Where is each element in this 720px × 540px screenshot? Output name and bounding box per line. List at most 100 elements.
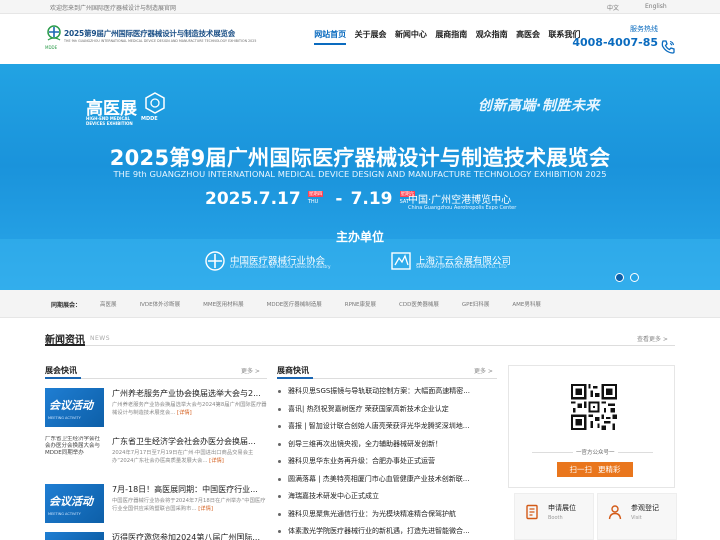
- date-dash: -: [335, 189, 343, 209]
- banner-dates: 2025.7.17 星期四 THU - 7.19 星期六 SAT: [205, 189, 419, 209]
- booth-icon: [526, 504, 538, 520]
- site-logo[interactable]: MDDE 2025第9届广州国际医疗器械设计与制造技术展览会 THE 9th G…: [45, 24, 256, 54]
- visitor-registration-button[interactable]: 参观登记 Visit: [597, 493, 677, 540]
- logo-title-cn: 2025第9届广州国际医疗器械设计与制造技术展览会: [64, 29, 236, 38]
- nav-about[interactable]: 关于展会: [350, 30, 390, 48]
- news-thumbnail[interactable]: 会议活动 MEETING ACTIVITY: [45, 484, 104, 523]
- banner-dot-2[interactable]: [630, 273, 639, 282]
- news-thumbnail[interactable]: [45, 532, 104, 540]
- concurrent-item[interactable]: GPE妇科展: [462, 300, 490, 308]
- concurrent-label: 同期展会：: [51, 302, 82, 309]
- banner-mdde-label: MDDE: [141, 116, 158, 122]
- exhibition-news-title: 展会快讯: [45, 366, 77, 375]
- banner-venue-en: China Guangzhou Aerotropolis Expo Center: [408, 205, 517, 211]
- organizer-camdi-en: China Association for Medical Devices In…: [230, 265, 331, 270]
- wechat-qr-panel: 一官方公众号一 扫一扫 更精彩: [508, 365, 675, 488]
- banner-title-cn: 2025第9届广州国际医疗器械设计与制造技术展览会: [109, 146, 611, 170]
- booth-label-cn: 申请展位: [548, 504, 576, 512]
- scan-label: 扫一扫: [569, 465, 593, 474]
- news-summary: 广州养老服务产业协会换届选举大会与2024第8届广州国际医疗器械设计与制造技术展…: [112, 402, 267, 416]
- list-item[interactable]: 雅科贝思SGS振镜与导轨联动控制方案：大幅面高速精密...: [277, 386, 497, 404]
- concurrent-item[interactable]: CDD医美器械展: [399, 300, 439, 308]
- booth-label-en: Booth: [548, 515, 563, 521]
- news-summary: 2024年7月17日至7月19日在广州·中国进出口商品交易会主办“2024广东社…: [112, 450, 254, 464]
- day-start-cn: 星期四: [307, 191, 324, 197]
- list-item[interactable]: 雅科贝思聚焦光通信行业：为光模块精准精合保驾护航: [277, 509, 497, 527]
- list-item[interactable]: 广东省卫生经济学会社会办医分会换届大会与MDDE同期举办 广东省卫生经济学会社会…: [45, 436, 267, 476]
- organizer-jiangyun-en: SHANGHAI JIANGYUN EXHIBITION CO., LTD: [416, 265, 507, 270]
- visit-label-cn: 参观登记: [631, 504, 659, 512]
- logo-mark-label: MDDE: [45, 45, 58, 50]
- exhibition-news-more-link[interactable]: 更多 >: [241, 366, 260, 375]
- concurrent-item[interactable]: RPNE康复展: [345, 300, 376, 308]
- list-item[interactable]: 会议活动 MEETING ACTIVITY 7月-18日！高医展同期：中国医疗行…: [45, 484, 267, 524]
- news-divider-accent: [45, 344, 85, 346]
- list-item[interactable]: 圆满落幕 | 杰美特亮相厦门市心血管健康产业技术创新联...: [277, 474, 497, 492]
- day-start-en: THU: [307, 199, 319, 205]
- news-detail-link[interactable]: [详情]: [198, 506, 213, 512]
- banner-dot-1[interactable]: [615, 273, 624, 282]
- exhibition-news-divider-accent: [45, 377, 81, 379]
- banner-skyline: [0, 239, 720, 290]
- news-detail-link[interactable]: [详情]: [209, 458, 224, 464]
- lang-english-link[interactable]: English: [645, 3, 667, 10]
- news-headline[interactable]: 广东省卫生经济学会社会办医分会换届...: [112, 436, 267, 447]
- thumbnail-alt-text: 广东省卫生经济学会社会办医分会换届大会与MDDE同期举办: [45, 436, 101, 456]
- concurrent-exhibitions: 同期展会： 高医展 IVDE体外诊断展 MME医用材料展 MDDE医疗器械制造展…: [0, 290, 720, 318]
- concurrent-list: 高医展 IVDE体外诊断展 MME医用材料展 MDDE医疗器械制造展 RPNE康…: [100, 300, 564, 308]
- banner-brand-en: HIGH-END MEDICAL DEVICES EXHIBITION: [86, 116, 133, 126]
- concurrent-item[interactable]: MDDE医疗器械制造展: [267, 300, 322, 308]
- welcome-text: 欢迎您来到广州国际医疗器械设计与制造展官网: [50, 5, 177, 12]
- nav-exhibitor-guide[interactable]: 展商指南: [431, 30, 471, 48]
- concurrent-item[interactable]: 高医展: [100, 300, 117, 308]
- qr-caption: 一官方公众号一: [573, 448, 618, 456]
- exhibitor-news-list: 雅科贝思SGS振镜与导轨联动控制方案：大幅面高速精密... 喜讯| 热烈祝贺嘉树…: [277, 386, 497, 540]
- phone-icon: [661, 40, 675, 54]
- news-headline[interactable]: 迈得医疗邀您参加2024第八届广州国际...: [112, 532, 267, 540]
- nav-news[interactable]: 新闻中心: [391, 30, 431, 48]
- news-detail-link[interactable]: [详情]: [177, 410, 192, 416]
- exhibitor-news-more-link[interactable]: 更多 >: [474, 366, 493, 375]
- list-item[interactable]: 喜讯| 热烈祝贺嘉树医疗 荣获国家高新技术企业认定: [277, 404, 497, 422]
- hotline: 服务热线 4008-4007-85: [572, 24, 658, 49]
- concurrent-item[interactable]: MME医用材料展: [203, 300, 243, 308]
- visit-label-en: Visit: [631, 515, 642, 521]
- news-view-more-link[interactable]: 查看更多 >: [637, 334, 668, 343]
- concurrent-item[interactable]: AME男科展: [512, 300, 540, 308]
- banner-host-label: 主办单位: [335, 230, 384, 244]
- nav-home[interactable]: 网站首页: [310, 30, 350, 48]
- list-item[interactable]: 迈得医疗邀您参加2024第八届广州国际...: [45, 532, 267, 540]
- list-item[interactable]: 喜报 | 智加设计联合创始人唐亮荣获评光华龙腾奖深圳地...: [277, 421, 497, 439]
- news-thumbnail[interactable]: 广东省卫生经济学会社会办医分会换届大会与MDDE同期举办: [45, 436, 104, 475]
- nav-conference[interactable]: 高医会: [512, 30, 544, 48]
- list-item[interactable]: 会议活动 MEETING ACTIVITY 广州养老服务产业协会换届选举大会与2…: [45, 388, 267, 428]
- date-end: 7.19: [350, 189, 393, 209]
- list-item[interactable]: 海瑞嘉技术研发中心正式成立: [277, 491, 497, 509]
- news-summary: 中国医疗器械行业协会将于2024年7月18日在广州举办“中国医疗行业全国供应采购…: [112, 498, 266, 512]
- more-exciting-label: 更精彩: [598, 465, 621, 474]
- qr-code-icon: [571, 384, 617, 430]
- banner-slogan: 创新高端·制胜未来: [478, 98, 600, 114]
- list-item[interactable]: 体素激光学院医疗器械行业的新机遇，打造先进智能微合...: [277, 526, 497, 540]
- hotline-number[interactable]: 4008-4007-85: [572, 36, 658, 49]
- news-headline[interactable]: 广州养老服务产业协会换届选举大会与2...: [112, 388, 267, 399]
- jiangyun-logo-icon: [391, 252, 411, 270]
- list-item[interactable]: 创导三维再次出镜央视，全力辅助器械研发创新！: [277, 439, 497, 457]
- hero-banner[interactable]: 高医展 HIGH-END MEDICAL DEVICES EXHIBITION …: [0, 64, 720, 290]
- scan-qr-button[interactable]: 扫一扫 更精彩: [557, 462, 633, 477]
- news-section-subtitle: NEWS: [90, 335, 111, 342]
- exhibitor-news-divider-accent: [277, 377, 313, 379]
- top-bar: 欢迎您来到广州国际医疗器械设计与制造展官网 中文 English: [0, 0, 720, 14]
- news-thumbnail[interactable]: 会议活动 MEETING ACTIVITY: [45, 388, 104, 427]
- banner-venue-cn: 中国·广州空港博览中心: [408, 195, 512, 206]
- nav-visitor-guide[interactable]: 观众指南: [472, 30, 512, 48]
- apply-booth-button[interactable]: 申请展位 Booth: [514, 493, 594, 540]
- lang-chinese-link[interactable]: 中文: [607, 3, 619, 12]
- date-start: 2025.7.17: [205, 189, 301, 209]
- concurrent-item[interactable]: IVDE体外诊断展: [140, 300, 181, 308]
- logo-title-en: THE 9th GUANGZHOU INTERNATIONAL MEDICAL …: [64, 39, 257, 43]
- logo-mark-icon: [47, 25, 61, 41]
- list-item[interactable]: 雅科贝思华东业务再升级：合肥办事处正式运营: [277, 456, 497, 474]
- news-headline[interactable]: 7月-18日！高医展同期：中国医疗行业...: [112, 484, 267, 495]
- exhibitor-news-title: 展商快讯: [277, 366, 309, 375]
